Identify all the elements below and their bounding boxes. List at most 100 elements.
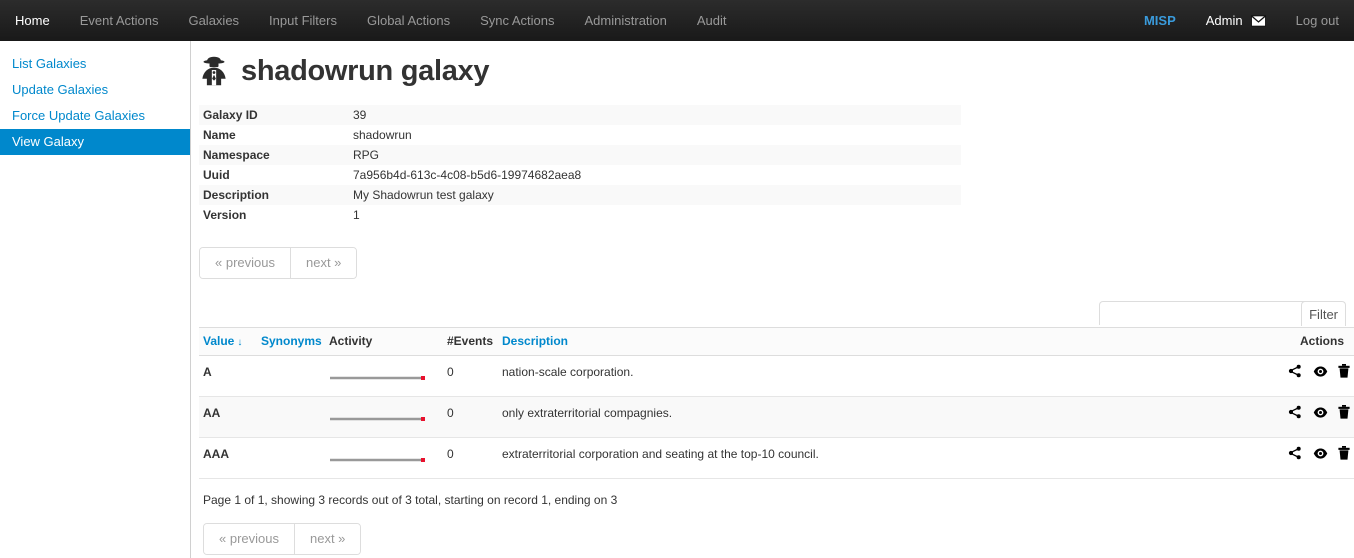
- column-header-value[interactable]: Value ↓: [199, 327, 257, 356]
- detail-row-uuid: Uuid 7a956b4d-613c-4c08-b5d6-19974682aea…: [199, 165, 961, 185]
- nav-item-audit[interactable]: Audit: [682, 0, 742, 41]
- detail-value: RPG: [353, 148, 380, 162]
- sidebar-item-force-update-galaxies[interactable]: Force Update Galaxies: [0, 103, 190, 129]
- cluster-table-head: Value ↓ Synonyms Activity #Events Descrip…: [199, 327, 1354, 356]
- nav-item-global-actions[interactable]: Global Actions: [352, 0, 465, 41]
- sidebar-list: List Galaxies Update Galaxies Force Upda…: [0, 51, 190, 155]
- share-icon[interactable]: [1288, 405, 1302, 423]
- eye-icon[interactable]: [1313, 365, 1328, 382]
- cell-activity: [325, 437, 443, 479]
- bottom-pagination: « previous next »: [203, 523, 362, 555]
- column-header-value-label: Value: [203, 334, 235, 348]
- previous-page-button[interactable]: « previous: [204, 524, 294, 554]
- detail-row-name: Name shadowrun: [199, 125, 961, 145]
- nav-item-galaxies[interactable]: Galaxies: [173, 0, 254, 41]
- secondary-nav: MISP Admin Log out: [1129, 0, 1354, 41]
- trash-icon[interactable]: [1338, 364, 1350, 382]
- column-header-activity: Activity: [325, 327, 443, 356]
- cell-events: 0: [443, 437, 498, 479]
- sort-indicator-icon: ↓: [237, 337, 243, 348]
- current-user-label[interactable]: Admin: [1191, 0, 1251, 41]
- table-row: AA 0 only extraterritorial compagnies.: [199, 396, 1354, 438]
- share-icon[interactable]: [1288, 364, 1302, 382]
- cell-value: AAA: [199, 437, 257, 479]
- detail-row-version: Version 1: [199, 205, 961, 225]
- top-pagination: « previous next »: [199, 247, 358, 279]
- eye-icon[interactable]: [1313, 406, 1328, 423]
- filter-bar: Filter: [199, 301, 1354, 327]
- detail-value: 7a956b4d-613c-4c08-b5d6-19974682aea8: [353, 168, 582, 182]
- detail-key: Namespace: [203, 148, 270, 162]
- next-page-button[interactable]: next »: [293, 524, 361, 554]
- nav-item-sync-actions[interactable]: Sync Actions: [465, 0, 569, 41]
- filter-button[interactable]: Filter: [1301, 301, 1346, 326]
- activity-sparkline: [330, 458, 425, 462]
- nav-item-event-actions[interactable]: Event Actions: [65, 0, 174, 41]
- logout-link[interactable]: Log out: [1281, 0, 1354, 41]
- cell-value: A: [199, 355, 257, 397]
- trash-icon[interactable]: [1338, 446, 1350, 464]
- column-header-synonyms[interactable]: Synonyms: [257, 327, 325, 356]
- activity-sparkline: [330, 376, 425, 380]
- eye-icon[interactable]: [1313, 447, 1328, 464]
- galaxy-detail-table: Galaxy ID 39 Name shadowrun Namespace RP…: [199, 105, 961, 225]
- table-row: A 0 nation-scale corporation.: [199, 355, 1354, 397]
- detail-row-galaxy-id: Galaxy ID 39: [199, 105, 961, 125]
- cluster-table-body: A 0 nation-scale corporation. AA 0 only …: [199, 355, 1354, 479]
- detail-value: 1: [353, 208, 360, 222]
- trash-icon[interactable]: [1338, 405, 1350, 423]
- cell-activity: [325, 355, 443, 397]
- detail-row-namespace: Namespace RPG: [199, 145, 961, 165]
- cell-events: 0: [443, 355, 498, 397]
- detail-row-description: Description My Shadowrun test galaxy: [199, 185, 961, 205]
- detail-value: shadowrun: [353, 128, 412, 142]
- column-header-description[interactable]: Description: [498, 327, 1234, 356]
- cell-synonyms: [257, 355, 325, 397]
- cell-description: only extraterritorial compagnies.: [498, 396, 1234, 438]
- page-header: shadowrun galaxy: [199, 55, 1354, 87]
- envelope-icon[interactable]: [1250, 0, 1281, 41]
- detail-key: Description: [203, 188, 270, 202]
- cell-synonyms: [257, 437, 325, 479]
- misp-brand-link[interactable]: MISP: [1129, 0, 1191, 41]
- column-header-events: #Events: [443, 327, 498, 356]
- previous-page-button[interactable]: « previous: [200, 248, 290, 278]
- cell-activity: [325, 396, 443, 438]
- cell-value: AA: [199, 396, 257, 438]
- page-body: List Galaxies Update Galaxies Force Upda…: [0, 41, 1354, 558]
- cell-synonyms: [257, 396, 325, 438]
- column-header-actions: Actions: [1234, 327, 1354, 356]
- record-counter: Page 1 of 1, showing 3 records out of 3 …: [203, 493, 618, 507]
- sidebar: List Galaxies Update Galaxies Force Upda…: [0, 41, 191, 558]
- cell-description: extraterritorial corporation and seating…: [498, 437, 1234, 479]
- cell-actions: [1234, 355, 1354, 397]
- next-page-button[interactable]: next »: [289, 248, 357, 278]
- table-row: AAA 0 extraterritorial corporation and s…: [199, 437, 1354, 479]
- detail-key: Galaxy ID: [203, 108, 258, 122]
- detail-key: Uuid: [203, 168, 230, 182]
- detail-value: My Shadowrun test galaxy: [353, 188, 494, 202]
- detail-key: Name: [203, 128, 236, 142]
- detail-value: 39: [353, 108, 367, 122]
- cell-description: nation-scale corporation.: [498, 355, 1234, 397]
- cluster-table: Value ↓ Synonyms Activity #Events Descrip…: [199, 327, 1354, 479]
- page-title: shadowrun galaxy: [241, 55, 490, 87]
- sidebar-item-view-galaxy[interactable]: View Galaxy: [0, 129, 190, 155]
- table-header-row: Value ↓ Synonyms Activity #Events Descrip…: [199, 327, 1354, 356]
- detail-key: Version: [203, 208, 247, 222]
- cell-actions: [1234, 396, 1354, 438]
- primary-nav: Home Event Actions Galaxies Input Filter…: [0, 0, 742, 41]
- nav-item-home[interactable]: Home: [0, 0, 65, 41]
- main-content: shadowrun galaxy Galaxy ID 39 Name shado…: [191, 41, 1354, 558]
- nav-item-administration[interactable]: Administration: [570, 0, 682, 41]
- cell-actions: [1234, 437, 1354, 479]
- sidebar-item-list-galaxies[interactable]: List Galaxies: [0, 51, 190, 77]
- cell-events: 0: [443, 396, 498, 438]
- filter-input[interactable]: [1099, 301, 1309, 325]
- share-icon[interactable]: [1288, 446, 1302, 464]
- nav-item-input-filters[interactable]: Input Filters: [254, 0, 352, 41]
- activity-sparkline: [330, 417, 425, 421]
- user-secret-icon: [199, 56, 229, 86]
- top-navbar: Home Event Actions Galaxies Input Filter…: [0, 0, 1354, 41]
- sidebar-item-update-galaxies[interactable]: Update Galaxies: [0, 77, 190, 103]
